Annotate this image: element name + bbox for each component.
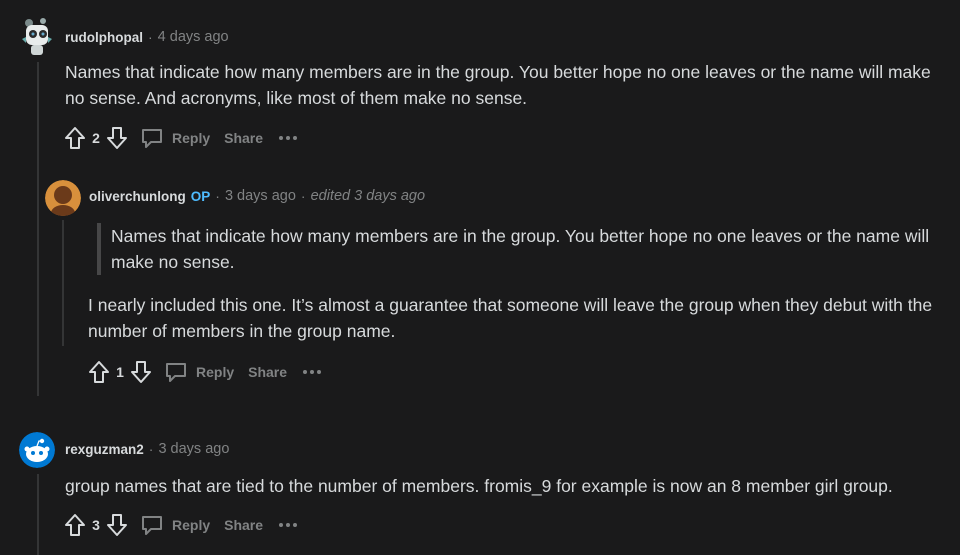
reply-button[interactable]: Reply xyxy=(140,127,210,149)
more-options-icon[interactable] xyxy=(279,515,298,535)
more-options-icon[interactable] xyxy=(303,362,322,382)
share-label: Share xyxy=(248,364,288,380)
reply-button[interactable]: Reply xyxy=(164,361,234,383)
edited-timestamp: edited 3 days ago xyxy=(310,188,426,204)
username[interactable]: oliverchunlong xyxy=(89,189,186,204)
comment-meta: rudolphopal · 4 days ago xyxy=(65,29,229,45)
timestamp[interactable]: 3 days ago xyxy=(225,188,296,204)
snoo-avatar-icon[interactable] xyxy=(19,432,55,468)
thread-line[interactable] xyxy=(37,474,39,555)
separator-dot: · xyxy=(148,441,154,457)
comment-actions: 3 Reply Share xyxy=(62,510,298,540)
comment-actions: 2 Reply Share xyxy=(62,123,298,153)
comment-body: I nearly included this one. It’s almost … xyxy=(88,295,933,341)
reply-label: Reply xyxy=(196,364,235,380)
downvote-button[interactable] xyxy=(128,359,154,385)
more-options-icon[interactable] xyxy=(279,128,298,148)
vote-score: 2 xyxy=(92,130,100,146)
upvote-button[interactable] xyxy=(62,125,88,151)
separator-dot: · xyxy=(148,29,153,45)
upvote-icon xyxy=(65,514,85,536)
comment-body: group names that are tied to the number … xyxy=(65,476,893,496)
reply-label: Reply xyxy=(172,130,211,146)
comment-meta: rexguzman2 · 3 days ago xyxy=(65,441,229,457)
share-button[interactable]: Share xyxy=(224,517,263,533)
reply-icon xyxy=(166,363,186,382)
share-label: Share xyxy=(224,517,264,533)
downvote-button[interactable] xyxy=(104,512,130,538)
thread-line[interactable] xyxy=(62,220,64,346)
op-badge: OP xyxy=(190,188,211,204)
comment-meta: oliverchunlong OP · 3 days ago · edited … xyxy=(89,188,425,204)
upvote-button[interactable] xyxy=(86,359,112,385)
upvote-button[interactable] xyxy=(62,512,88,538)
separator-dot: · xyxy=(215,188,220,204)
timestamp[interactable]: 3 days ago xyxy=(158,441,229,457)
username[interactable]: rexguzman2 xyxy=(65,442,144,457)
downvote-button[interactable] xyxy=(104,125,130,151)
vote-score: 3 xyxy=(92,517,100,533)
comment-actions: 1 Reply Share xyxy=(86,357,322,387)
thread-line[interactable] xyxy=(37,62,39,396)
reply-icon xyxy=(142,129,162,148)
reply-icon xyxy=(142,516,162,535)
downvote-icon xyxy=(107,514,127,536)
timestamp[interactable]: 4 days ago xyxy=(158,29,229,45)
username[interactable]: rudolphopal xyxy=(65,30,143,45)
share-button[interactable]: Share xyxy=(248,364,287,380)
separator-dot: · xyxy=(300,188,306,204)
orange-avatar-icon[interactable] xyxy=(45,180,81,216)
share-label: Share xyxy=(224,130,264,146)
share-button[interactable]: Share xyxy=(224,130,263,146)
comment-body: Names that indicate how many members are… xyxy=(65,62,931,108)
upvote-icon xyxy=(65,127,85,149)
reply-label: Reply xyxy=(172,517,211,533)
upvote-icon xyxy=(89,361,109,383)
downvote-icon xyxy=(107,127,127,149)
vote-score: 1 xyxy=(116,364,124,380)
quoted-text: Names that indicate how many members are… xyxy=(97,223,951,275)
robot-avatar-icon[interactable] xyxy=(19,17,55,57)
reply-button[interactable]: Reply xyxy=(140,514,210,536)
downvote-icon xyxy=(131,361,151,383)
